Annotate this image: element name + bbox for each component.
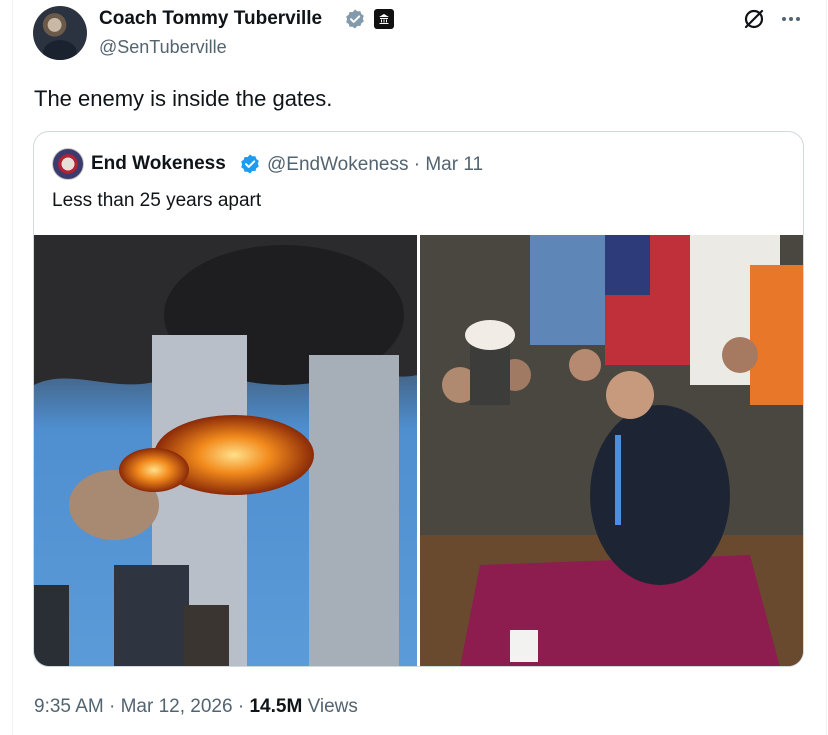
government-badge-icon [374,9,394,29]
quoted-author-avatar[interactable] [52,148,84,180]
author-name[interactable]: Coach Tommy Tuberville [99,8,322,30]
media-image-gathering[interactable] [420,235,803,666]
verified-badge-icon [241,154,259,174]
left-border [12,0,13,735]
views-count: 14.5M [249,696,303,717]
post-date[interactable]: Mar 12, 2026 [121,696,233,717]
author-handle[interactable]: @SenTuberville [99,37,227,58]
quoted-post-date[interactable]: Mar 11 [425,154,483,175]
quoted-post[interactable]: End Wokeness @EndWokeness · Mar 11 Less … [33,131,804,667]
views-label: Views [307,696,358,717]
grok-icon[interactable] [741,6,767,32]
post-timestamp-row: 9:35 AM · Mar 12, 2026 · 14.5M Views [34,696,358,718]
meta-separator: · [413,154,421,175]
quoted-author-handle[interactable]: @EndWokeness [267,154,408,175]
gathering-illustration [420,235,803,666]
quoted-author-meta: @EndWokeness · Mar 11 [267,154,483,176]
more-options-icon[interactable] [778,8,804,30]
dot [796,17,800,21]
dot [782,17,786,21]
towers-illustration [34,235,417,666]
media-image-towers[interactable] [34,235,417,666]
post-time[interactable]: 9:35 AM [34,696,104,717]
verified-badge-icon [346,9,364,29]
stamp-separator: · [237,696,245,717]
stamp-separator: · [109,696,116,717]
dot [789,17,793,21]
quoted-media[interactable] [34,235,803,666]
quoted-post-text: Less than 25 years apart [52,190,262,211]
author-avatar[interactable] [33,6,87,60]
right-border [826,0,827,735]
post-text: The enemy is inside the gates. [34,86,333,111]
quoted-author-name[interactable]: End Wokeness [91,153,226,175]
